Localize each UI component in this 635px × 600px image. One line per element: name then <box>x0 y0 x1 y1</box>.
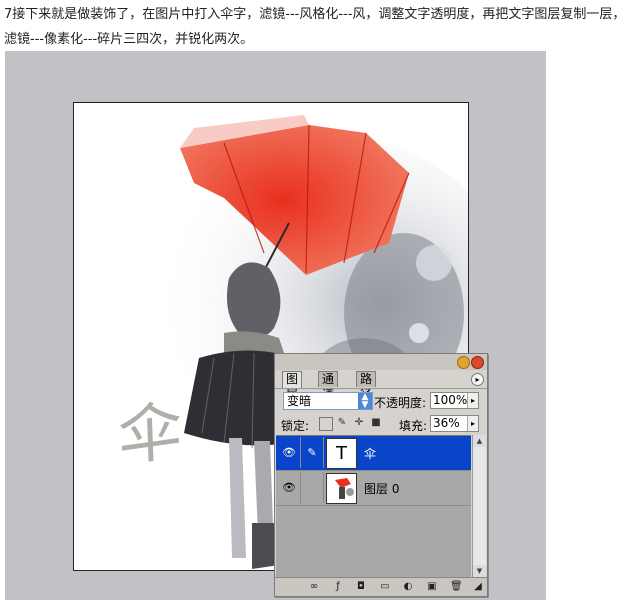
lock-brush-icon[interactable]: ✎ <box>336 417 348 429</box>
text-layer-thumbnail: T <box>326 438 357 469</box>
scroll-up-icon[interactable]: ▲ <box>473 435 486 447</box>
layers-panel: 图层 通道 路径 ▸ 变暗 ▲▼ 不透明度: 100% ▸ 锁定: ✎ ✛ ■ … <box>274 353 488 597</box>
new-layer-icon[interactable]: ▣ <box>426 581 438 593</box>
fill-input[interactable]: 36% ▸ <box>430 415 479 432</box>
lock-label: 锁定: <box>281 419 310 433</box>
adjustment-layer-icon[interactable]: ◐ <box>402 581 414 593</box>
image-layer-thumbnail <box>326 473 357 504</box>
lock-move-icon[interactable]: ✛ <box>353 417 365 429</box>
updown-arrow-icon: ▲ ▼ <box>358 393 372 410</box>
lock-fill-row: 锁定: ✎ ✛ ■ 填充: 36% ▸ <box>275 413 487 435</box>
layers-list: 👁 ✎ T 伞 👁 图层 0 <box>276 435 471 578</box>
fill-label: 填充: <box>399 419 428 433</box>
tab-channels[interactable]: 通道 <box>318 371 339 401</box>
link-empty-icon[interactable] <box>301 472 324 503</box>
tab-layers[interactable]: 图层 <box>282 371 303 401</box>
resize-grip-icon[interactable]: ◢ <box>472 581 484 593</box>
instruction-text: 7接下来就是做装饰了，在图片中打入伞字，滤镜---风格化---风，调整文字透明度… <box>4 7 626 47</box>
minimize-icon[interactable] <box>457 356 470 369</box>
blend-mode-value: 变暗 <box>287 394 312 408</box>
link-layers-icon[interactable]: ∞ <box>308 581 320 593</box>
layer-name[interactable]: 伞 <box>364 445 376 462</box>
blend-opacity-row: 变暗 ▲ ▼ 不透明度: 100% ▸ <box>275 388 487 413</box>
tab-paths[interactable]: 路径 <box>356 371 377 401</box>
arrow-right-icon[interactable]: ▸ <box>467 416 478 431</box>
lock-all-icon[interactable]: ■ <box>370 417 382 429</box>
new-group-icon[interactable]: ▭ <box>379 581 391 593</box>
add-style-icon[interactable]: ƒ <box>332 581 344 593</box>
eye-icon[interactable]: 👁 <box>278 437 301 468</box>
eye-icon[interactable]: 👁 <box>278 472 301 503</box>
panel-bottom-toolbar: ∞ ƒ ◘ ▭ ◐ ▣ 🗑 ◢ <box>275 577 487 596</box>
layer-row-text[interactable]: 👁 ✎ T 伞 <box>276 436 471 471</box>
close-icon[interactable] <box>471 356 484 369</box>
layers-scrollbar[interactable]: ▲ ▼ <box>472 435 486 577</box>
trash-icon[interactable]: 🗑 <box>450 581 463 593</box>
layer-name[interactable]: 图层 0 <box>364 480 399 497</box>
opacity-value: 100% <box>433 393 468 407</box>
overlay-umbrella-character: 伞 <box>117 393 184 477</box>
panel-titlebar[interactable] <box>275 354 487 370</box>
thumbnail-image <box>327 474 356 503</box>
brush-icon[interactable]: ✎ <box>301 437 324 468</box>
layer-row-image[interactable]: 👁 图层 0 <box>276 471 471 506</box>
opacity-label: 不透明度: <box>374 396 427 410</box>
scroll-down-icon[interactable]: ▼ <box>473 565 486 577</box>
blend-mode-select[interactable]: 变暗 ▲ ▼ <box>283 392 373 410</box>
panel-menu-arrow-icon[interactable]: ▸ <box>471 373 484 386</box>
fill-value: 36% <box>433 416 460 430</box>
arrow-right-icon[interactable]: ▸ <box>467 393 478 408</box>
opacity-input[interactable]: 100% ▸ <box>430 392 479 409</box>
add-mask-icon[interactable]: ◘ <box>355 581 367 593</box>
lock-transparent-icon[interactable] <box>319 417 333 431</box>
